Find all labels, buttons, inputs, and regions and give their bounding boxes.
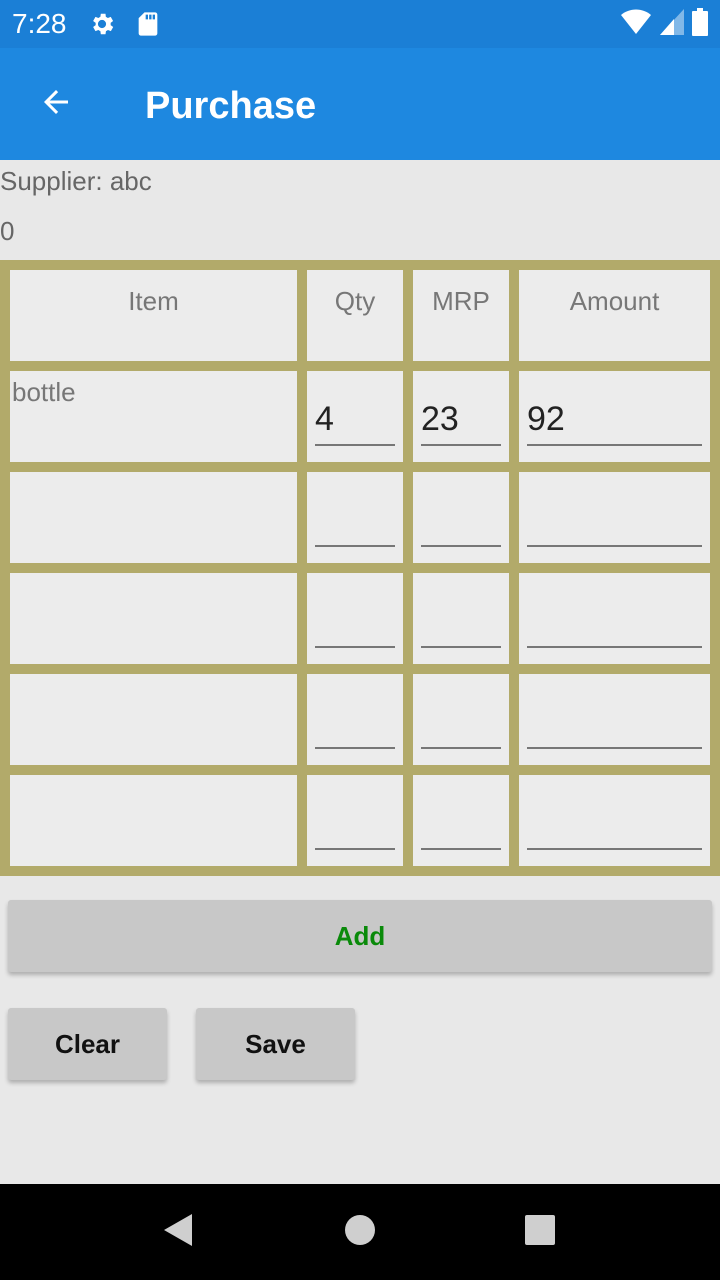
nav-recents-button[interactable]: [516, 1208, 564, 1256]
gear-icon: [88, 10, 116, 38]
sd-card-icon: [134, 10, 162, 38]
home-circle-icon: [344, 1214, 376, 1251]
header-amount: Amount: [569, 286, 660, 316]
row-4-amount-input[interactable]: [527, 697, 702, 749]
row-4-item-cell: [10, 674, 297, 765]
row-2-mrp-input[interactable]: [421, 495, 501, 547]
row-2-qty-cell: [307, 472, 403, 563]
row-3-item-cell: [10, 573, 297, 664]
row-1-mrp-input[interactable]: 23: [421, 394, 501, 446]
back-triangle-icon: [162, 1213, 194, 1252]
row-4-mrp-cell: [413, 674, 509, 765]
row-1-mrp-cell: 23: [413, 371, 509, 462]
header-mrp-cell: MRP: [413, 270, 509, 361]
row-2-mrp-cell: [413, 472, 509, 563]
navigation-bar: [0, 1184, 720, 1280]
row-5-mrp-input[interactable]: [421, 798, 501, 850]
status-bar: 7:28: [0, 0, 720, 48]
row-3-mrp-input[interactable]: [421, 596, 501, 648]
row-4-qty-input[interactable]: [315, 697, 395, 749]
row-3-mrp-cell: [413, 573, 509, 664]
row-4-mrp-input[interactable]: [421, 697, 501, 749]
clear-button[interactable]: Clear: [8, 1008, 167, 1080]
row-4-qty-cell: [307, 674, 403, 765]
add-button[interactable]: Add: [8, 900, 712, 972]
row-2-item-cell: [10, 472, 297, 563]
row-5-mrp-cell: [413, 775, 509, 866]
row-1-qty-cell: 4: [307, 371, 403, 462]
row-3-amount-input[interactable]: [527, 596, 702, 648]
header-item-cell: Item: [10, 270, 297, 361]
row-2-amount-input[interactable]: [527, 495, 702, 547]
row-3-qty-input[interactable]: [315, 596, 395, 648]
row-5-amount-input[interactable]: [527, 798, 702, 850]
row-1-item-cell: bottle: [10, 371, 297, 462]
row-4-amount-cell: [519, 674, 710, 765]
app-bar: Purchase: [0, 48, 720, 160]
row-5-item-cell: [10, 775, 297, 866]
supplier-label: Supplier: abc: [0, 166, 152, 196]
header-mrp: MRP: [432, 286, 490, 316]
row-1-amount-input[interactable]: 92: [527, 394, 702, 446]
page-title: Purchase: [145, 85, 317, 127]
header-amount-cell: Amount: [519, 270, 710, 361]
signal-icon: [660, 8, 684, 40]
row-5-qty-input[interactable]: [315, 798, 395, 850]
purchase-table: Item Qty MRP Amount bottle 4 23 92: [0, 260, 720, 876]
recents-square-icon: [525, 1214, 555, 1250]
nav-back-button[interactable]: [154, 1208, 202, 1256]
row-2-amount-cell: [519, 472, 710, 563]
row-1-qty-input[interactable]: 4: [315, 394, 395, 446]
save-button[interactable]: Save: [196, 1008, 355, 1080]
wifi-icon: [620, 9, 652, 40]
battery-icon: [692, 7, 708, 41]
nav-home-button[interactable]: [336, 1208, 384, 1256]
row-5-amount-cell: [519, 775, 710, 866]
row-3-amount-cell: [519, 573, 710, 664]
status-time: 7:28: [12, 8, 67, 39]
row-2-qty-input[interactable]: [315, 495, 395, 547]
row-5-qty-cell: [307, 775, 403, 866]
header-item: Item: [128, 286, 179, 316]
header-qty: Qty: [334, 286, 376, 316]
arrow-back-icon: [38, 84, 74, 125]
total-value: 0: [0, 216, 15, 246]
row-3-qty-cell: [307, 573, 403, 664]
row-1-amount-cell: 92: [519, 371, 710, 462]
back-button[interactable]: [22, 70, 90, 138]
header-qty-cell: Qty: [307, 270, 403, 361]
row-1-item: bottle: [12, 377, 76, 407]
